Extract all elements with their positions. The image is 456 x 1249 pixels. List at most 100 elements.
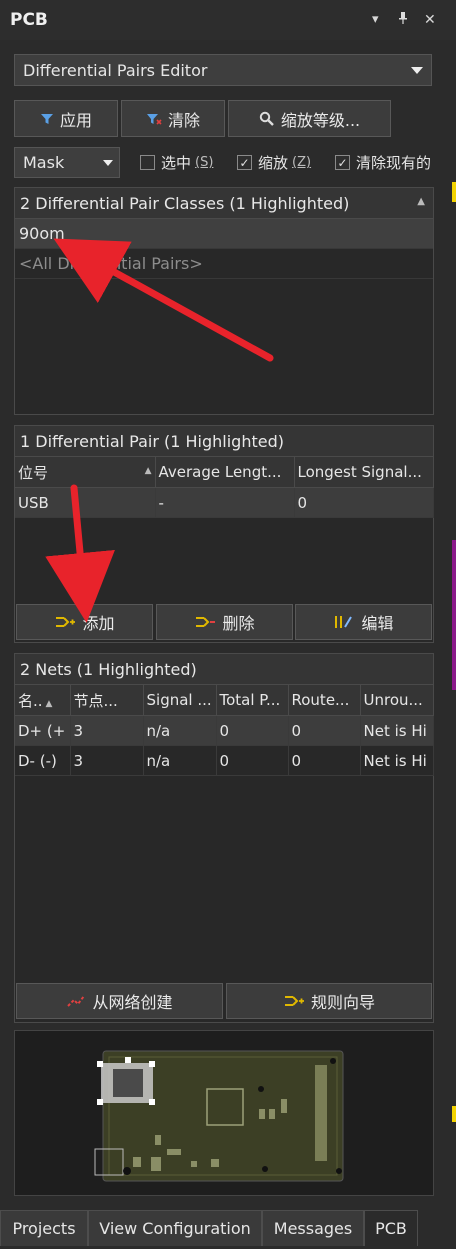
column-header[interactable]: 名.. ▲ [15,685,71,716]
select-checkbox[interactable]: 选中 (S) [140,152,213,173]
table-row[interactable]: USB - 0 [15,487,434,518]
add-pair-button[interactable]: 添加 [16,604,153,640]
close-icon[interactable]: ✕ [424,12,436,28]
net-name-cell: D- (-) [15,745,71,776]
add-pair-label: 添加 [82,614,115,633]
pair-classes-header-text: 2 Differential Pair Classes (1 Highlight… [20,193,350,213]
panel-tabs: Projects View Configuration Messages PCB [0,1210,456,1249]
table-row[interactable]: D+ (+ 3 n/a 0 0 Net is Hi [15,715,434,746]
add-pair-icon [56,617,76,627]
delete-pair-button[interactable]: 删除 [156,604,293,640]
checkmark-icon: ✓ [237,155,252,170]
pcb-board-image [94,1050,344,1182]
class-item-label: 90om [19,224,65,243]
pairs-header: 1 Differential Pair (1 Highlighted) [15,426,433,457]
magnifier-icon [259,111,274,126]
class-item-label: <All Differential Pairs> [19,254,203,273]
column-header[interactable]: Route... [288,685,361,716]
column-header[interactable]: 位号 ▲ [15,457,156,488]
clear-existing-checkbox[interactable]: ✓ 清除现有的 [335,152,431,173]
nets-panel: 2 Nets (1 Highlighted) 名.. ▲ 节点... Signal… [14,653,434,1023]
pair-name-cell: USB [15,487,156,518]
mask-mode-select[interactable]: Mask [14,147,120,178]
nets-table: 名.. ▲ 节点... Signal ... Total P... Route..… [15,685,434,776]
clear-existing-label: 清除现有的 [356,154,432,172]
net-nodes-cell: 3 [70,745,144,776]
column-header[interactable]: Signal ... [143,685,217,716]
apply-label: 应用 [59,110,92,130]
chevron-down-icon [103,160,113,166]
net-unrouted-cell: Net is Hi [360,745,434,776]
pair-classes-panel: 2 Differential Pair Classes (1 Highlight… [14,187,434,415]
checkmark-icon: ✓ [335,155,350,170]
side-accent-marker [452,540,456,690]
mode-selector-value: Differential Pairs Editor [23,60,208,80]
nets-header: 2 Nets (1 Highlighted) [15,654,433,685]
clear-label: 清除 [167,110,200,130]
pairs-table: 位号 ▲ Average Lengt... Longest Signal... … [15,457,434,518]
nets-header-text: 2 Nets (1 Highlighted) [20,659,197,679]
dropdown-arrow-icon[interactable]: ▾ [372,12,379,27]
column-header[interactable]: 节点... [70,685,144,716]
apply-button[interactable]: 应用 [14,100,118,137]
tab-messages[interactable]: Messages [262,1210,364,1246]
pair-longest-cell: 0 [294,487,434,518]
mode-selector[interactable]: Differential Pairs Editor [14,54,432,86]
delete-pair-label: 删除 [222,614,255,633]
edit-pair-icon [335,616,353,628]
rule-wizard-label: 规则向导 [310,993,375,1012]
net-name-cell: D+ (+ [15,715,71,746]
net-icon [67,995,86,1007]
filter-icon [40,113,53,124]
side-accent-marker [452,1106,456,1122]
clear-button[interactable]: 清除 [121,100,225,137]
side-accent-marker [452,182,456,202]
pair-avg-length-cell: - [155,487,295,518]
column-header[interactable]: Unrou... [360,685,434,716]
column-header[interactable]: Total P... [216,685,289,716]
net-nodes-cell: 3 [70,715,144,746]
tab-projects[interactable]: Projects [0,1210,88,1246]
select-checkbox-label: 选中 [161,154,192,172]
mask-mode-value: Mask [23,153,65,172]
net-routed-cell: 0 [288,715,361,746]
table-row[interactable]: D- (-) 3 n/a 0 0 Net is Hi [15,745,434,776]
create-from-nets-button[interactable]: 从网络创建 [16,983,223,1019]
select-shortcut: (S) [195,155,214,170]
column-header[interactable]: Average Lengt... [155,457,295,488]
zoom-checkbox[interactable]: ✓ 缩放 (Z) [237,152,311,173]
tab-pcb[interactable]: PCB [364,1210,418,1246]
net-routed-cell: 0 [288,745,361,776]
rule-wizard-icon [284,996,304,1006]
pin-icon[interactable] [398,12,408,28]
net-total-cell: 0 [216,745,289,776]
panel-title: PCB [10,10,48,30]
chevron-down-icon [411,67,423,74]
net-unrouted-cell: Net is Hi [360,715,434,746]
clear-filter-icon [146,113,162,125]
checkbox-unchecked-icon [140,155,155,170]
class-item[interactable]: <All Differential Pairs> [15,249,433,279]
net-signal-cell: n/a [143,745,217,776]
edit-pair-button[interactable]: 编辑 [295,604,432,640]
sort-up-icon: ▲ [417,196,425,207]
zoom-level-label: 缩放等级... [280,110,361,130]
net-total-cell: 0 [216,715,289,746]
tab-view-configuration[interactable]: View Configuration [88,1210,262,1246]
edit-pair-label: 编辑 [361,614,394,633]
zoom-checkbox-label: 缩放 [258,154,289,172]
pair-classes-header: 2 Differential Pair Classes (1 Highlight… [15,188,433,219]
net-signal-cell: n/a [143,715,217,746]
column-header[interactable]: Longest Signal... [294,457,434,488]
class-item[interactable]: 90om [15,219,433,249]
zoom-level-button[interactable]: 缩放等级... [228,100,391,137]
rule-wizard-button[interactable]: 规则向导 [226,983,432,1019]
board-preview[interactable] [14,1030,434,1196]
sort-up-icon: ▲ [45,698,53,709]
pairs-header-text: 1 Differential Pair (1 Highlighted) [20,431,284,451]
panel-titlebar: PCB ▾ ✕ [0,0,456,40]
create-from-nets-label: 从网络创建 [92,993,173,1012]
zoom-shortcut: (Z) [292,155,312,170]
sort-up-icon: ▲ [144,465,152,476]
delete-pair-icon [196,617,216,627]
